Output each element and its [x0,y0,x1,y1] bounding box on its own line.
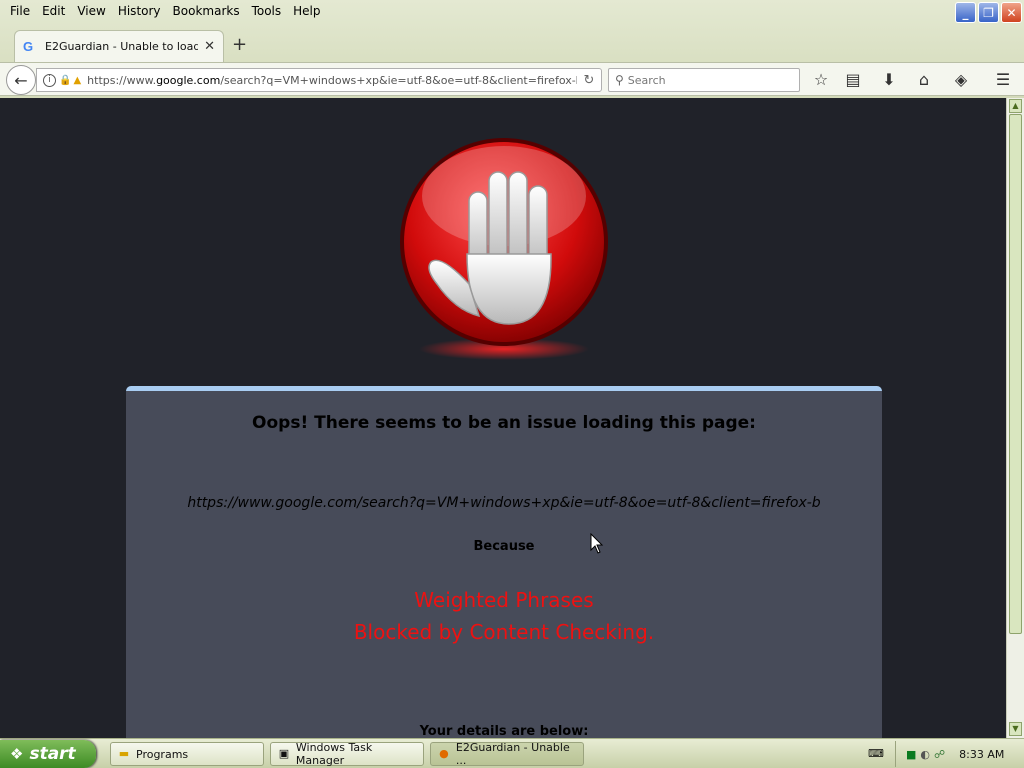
google-favicon-icon: G [23,38,34,54]
menu-tools[interactable]: Tools [246,0,288,22]
lock-icon: 🔒 [59,74,72,86]
scrollbar-thumb[interactable] [1009,114,1022,634]
pocket-icon[interactable]: ◈ [950,69,972,91]
taskbar: ❖ start ▬ Programs ▣ Windows Task Manage… [0,738,1024,768]
new-tab-icon[interactable]: + [232,36,247,54]
url-bar[interactable]: i 🔒 ▲ https://www.google.com/search?q=VM… [36,68,602,92]
vertical-scrollbar[interactable]: ▲ ▼ [1006,98,1024,738]
maximize-button[interactable]: ❐ [978,2,999,23]
menu-edit[interactable]: Edit [36,0,71,22]
blocked-url: https://www.google.com/search?q=VM+windo… [187,495,821,511]
task-manager-icon: ▣ [278,747,290,760]
window-controls: _ ❐ ✕ [955,2,1022,23]
because-label: Because [473,539,535,554]
tab-title: E2Guardian - Unable to load ... [45,40,199,53]
reload-icon[interactable]: ↻ [577,73,601,88]
warning-icon: ▲ [73,74,82,86]
bookmark-star-icon[interactable]: ☆ [810,69,832,91]
tray-shield-icon[interactable]: ◐ [920,748,930,761]
error-heading: Oops! There seems to be an issue loading… [252,413,756,433]
close-window-button[interactable]: ✕ [1001,2,1022,23]
menu-help[interactable]: Help [287,0,326,22]
menu-view[interactable]: View [71,0,111,22]
tab-close-icon[interactable]: ✕ [204,39,215,54]
search-input[interactable] [627,73,778,87]
reading-list-icon[interactable]: ▤ [842,69,864,91]
clock: 8:33 AM [959,747,1005,761]
reason-line-1: Weighted Phrases [414,588,594,612]
scroll-up-icon[interactable]: ▲ [1009,99,1022,113]
reason-line-2: Blocked by Content Checking. [353,620,655,644]
menu-file[interactable]: File [4,0,36,22]
info-icon[interactable]: i [43,73,56,87]
download-icon[interactable]: ⬇ [878,69,900,91]
minimize-button[interactable]: _ [955,2,976,23]
arrow-left-icon: ← [14,70,28,90]
firefox-icon: ● [439,747,449,760]
task-task-manager[interactable]: ▣ Windows Task Manager [270,741,424,767]
tab-strip: G E2Guardian - Unable to load ... ✕ + [0,24,1024,62]
search-icon: ⚲ [615,73,624,87]
task-firefox[interactable]: ● E2Guardian - Unable ... [430,741,584,767]
keyboard-icon[interactable]: ⌨ [868,747,884,761]
scroll-down-icon[interactable]: ▼ [1009,722,1022,736]
hamburger-menu-icon[interactable]: ☰ [992,69,1014,91]
navigation-bar: ← i 🔒 ▲ https://www.google.com/search?q=… [0,62,1024,96]
block-reason: Weighted Phrases Blocked by Content Chec… [126,584,882,648]
windows-flag-icon: ❖ [10,745,24,763]
start-button[interactable]: ❖ start [0,740,96,768]
menu-bar: File Edit View History Bookmarks Tools H… [0,0,1024,22]
menu-history[interactable]: History [112,0,167,22]
page-content: Oops! There seems to be an issue loading… [0,98,1006,738]
tray-network-icon[interactable]: ☍ [934,748,945,761]
home-icon[interactable]: ⌂ [913,69,935,91]
error-panel: Oops! There seems to be an issue loading… [126,386,882,738]
back-button[interactable]: ← [6,65,36,95]
search-bar[interactable]: ⚲ [608,68,800,92]
details-heading: Your details are below: [419,724,589,738]
mouse-cursor-icon [590,533,604,554]
menu-bookmarks[interactable]: Bookmarks [167,0,246,22]
tray-app-icon[interactable]: ■ [906,748,916,761]
folder-icon: ▬ [118,747,130,760]
tab-e2guardian[interactable]: G E2Guardian - Unable to load ... ✕ [14,30,224,62]
stop-hand-icon [400,138,608,360]
task-programs[interactable]: ▬ Programs [110,742,264,766]
system-tray: ■ ◐ ☍ 8:33 AM [895,741,1024,767]
url-text[interactable]: https://www.google.com/search?q=VM+windo… [87,74,577,87]
browser-chrome: File Edit View History Bookmarks Tools H… [0,0,1024,98]
